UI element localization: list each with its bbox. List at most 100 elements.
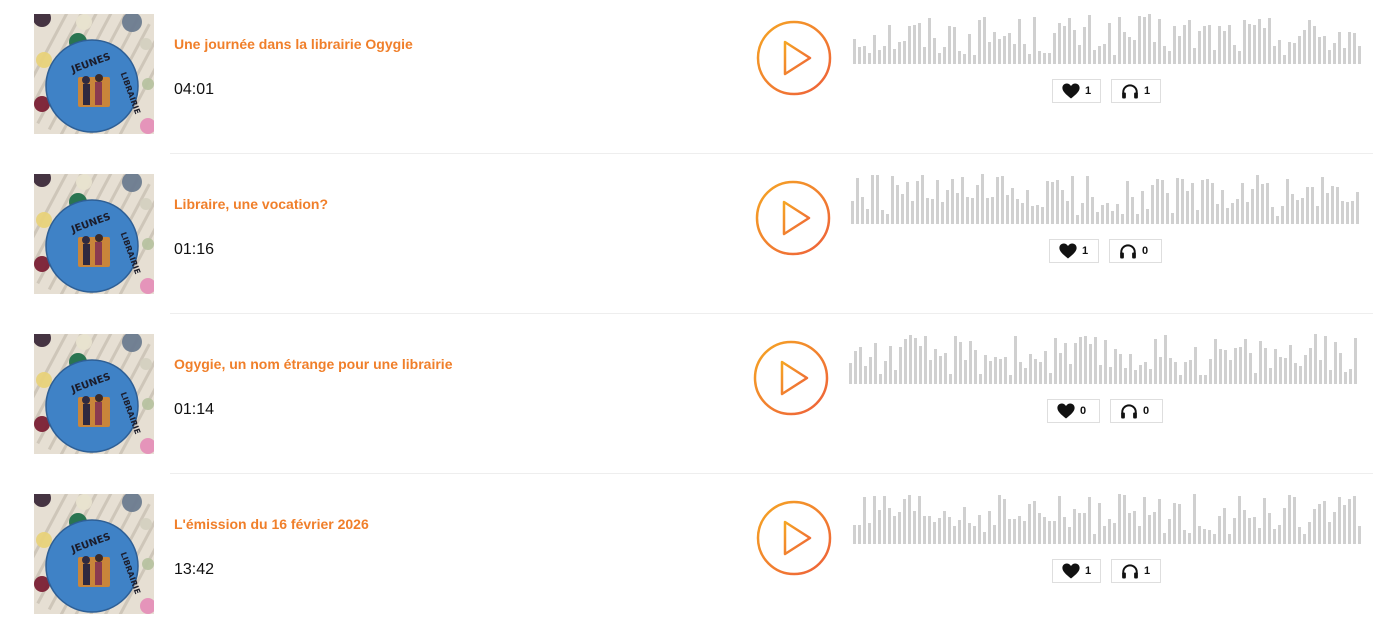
waveform-bar <box>1211 183 1214 224</box>
listens-counter: 1 <box>1111 79 1161 103</box>
waveform-bar <box>1069 364 1072 384</box>
waveform-bar <box>881 210 884 224</box>
waveform-bar <box>911 201 914 224</box>
waveform-bar <box>1313 26 1316 64</box>
waveform-bar <box>1243 20 1246 64</box>
waveform[interactable] <box>849 334 1361 384</box>
waveform[interactable] <box>853 14 1361 64</box>
waveform-bar <box>924 336 927 384</box>
waveform-bar <box>938 53 941 64</box>
play-button[interactable] <box>753 340 829 416</box>
play-button[interactable] <box>756 20 832 96</box>
waveform-bar <box>953 526 956 544</box>
waveform[interactable] <box>853 494 1361 544</box>
waveform-bar <box>1313 509 1316 544</box>
waveform-bar <box>899 347 902 384</box>
waveform-bar <box>889 346 892 384</box>
like-button[interactable]: 0 <box>1047 399 1100 423</box>
episode-title[interactable]: Ogygie, un nom étrange pour une librairi… <box>174 355 452 373</box>
waveform-bar <box>1106 203 1109 224</box>
waveform-bar <box>1231 203 1234 224</box>
waveform-bar <box>996 177 999 224</box>
waveform-bar <box>1074 343 1077 384</box>
waveform-bar <box>1088 15 1091 64</box>
play-button[interactable] <box>756 500 832 576</box>
waveform-bar <box>1058 496 1061 544</box>
jeunes-en-librairie-logo: JEUNESLIBRAIRIE <box>34 14 154 134</box>
waveform-bar <box>1304 355 1307 384</box>
waveform-bar <box>1273 46 1276 64</box>
waveform-bar <box>861 197 864 224</box>
waveform-bar <box>921 175 924 224</box>
waveform-bar <box>1088 497 1091 544</box>
waveform-bar <box>1334 342 1337 384</box>
episode-thumbnail[interactable]: JEUNES LIBRAIRIE <box>34 14 154 134</box>
waveform-bar <box>1221 190 1224 224</box>
waveform-bar <box>1336 187 1339 224</box>
waveform-bar <box>1281 206 1284 224</box>
waveform-bar <box>1096 212 1099 224</box>
play-button[interactable] <box>755 180 831 256</box>
waveform-bar <box>1263 28 1266 64</box>
heart-icon <box>1057 403 1075 419</box>
episode-title[interactable]: Une journée dans la librairie Ogygie <box>174 35 413 53</box>
episode-thumbnail[interactable]: JEUNES LIBRAIRIE <box>34 494 154 614</box>
episode-thumbnail[interactable]: JEUNES LIBRAIRIE <box>34 334 154 454</box>
waveform-bar <box>1123 495 1126 544</box>
waveform-bar <box>1208 25 1211 64</box>
listens-count: 0 <box>1143 405 1150 417</box>
like-button[interactable]: 1 <box>1052 79 1101 103</box>
waveform-bar <box>1039 362 1042 384</box>
waveform-bar <box>873 496 876 544</box>
waveform-bar <box>1021 203 1024 224</box>
waveform-bar <box>939 356 942 384</box>
waveform-bar <box>1356 192 1359 224</box>
waveform-bar <box>984 355 987 384</box>
waveform-bar <box>1196 210 1199 224</box>
like-count: 1 <box>1082 245 1089 257</box>
waveform-bar <box>923 47 926 64</box>
waveform-bar <box>1048 53 1051 64</box>
waveform-bar <box>913 511 916 544</box>
waveform-bar <box>1078 45 1081 64</box>
waveform-bar <box>1296 200 1299 224</box>
waveform-bar <box>894 370 897 384</box>
waveform-bar <box>988 511 991 544</box>
like-button[interactable]: 1 <box>1049 239 1099 263</box>
waveform-bar <box>1173 503 1176 544</box>
like-count: 0 <box>1080 405 1087 417</box>
waveform-bar <box>941 202 944 224</box>
divider <box>170 473 1373 474</box>
episode-title[interactable]: L'émission du 16 février 2026 <box>174 515 369 533</box>
waveform-bar <box>933 38 936 64</box>
waveform[interactable] <box>851 174 1361 224</box>
waveform-bar <box>946 190 949 224</box>
waveform-bar <box>1288 495 1291 544</box>
waveform-bar <box>1301 198 1304 224</box>
waveform-bar <box>1171 213 1174 224</box>
waveform-bar <box>1203 529 1206 544</box>
like-button[interactable]: 1 <box>1052 559 1101 583</box>
waveform-bar <box>1274 349 1277 384</box>
waveform-bar <box>1213 534 1216 544</box>
waveform-bar <box>1338 32 1341 64</box>
waveform-bar <box>1073 30 1076 64</box>
waveform-bar <box>878 510 881 544</box>
episode-title[interactable]: Libraire, une vocation? <box>174 195 328 213</box>
episode-item: JEUNES LIBRAIRIE Libraire, une vocation? … <box>0 160 1373 320</box>
waveform-bar <box>926 198 929 224</box>
waveform-bars <box>853 14 1361 64</box>
waveform-bar <box>1218 516 1221 544</box>
waveform-bar <box>993 525 996 544</box>
waveform-bar <box>1343 505 1346 544</box>
episode-thumbnail[interactable]: JEUNES LIBRAIRIE <box>34 174 154 294</box>
waveform-bar <box>1291 194 1294 224</box>
waveform-bar <box>1061 190 1064 224</box>
waveform-bar <box>1093 50 1096 64</box>
waveform-bar <box>886 214 889 224</box>
waveform-bar <box>1081 203 1084 224</box>
waveform-bar <box>1178 504 1181 544</box>
waveform-bar <box>1226 208 1229 224</box>
waveform-bar <box>873 35 876 64</box>
waveform-bar <box>1128 37 1131 64</box>
